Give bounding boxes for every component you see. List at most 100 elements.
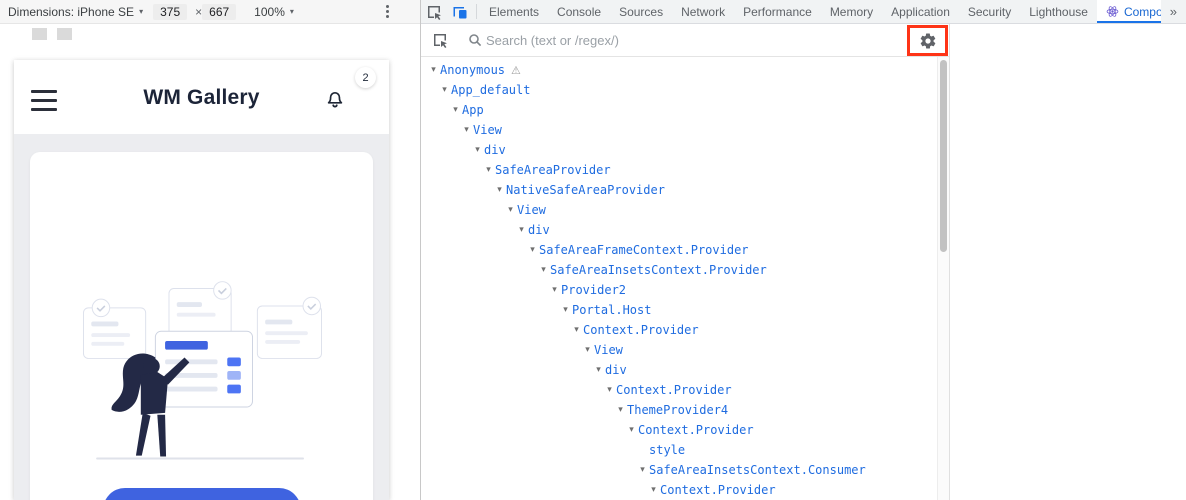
- tree-row[interactable]: ▾ SafeAreaFrameContext.Provider: [421, 240, 937, 260]
- chevron-down-icon[interactable]: ▾: [636, 465, 649, 475]
- tree-row[interactable]: ▾ View: [421, 340, 937, 360]
- chevron-down-icon: ▾: [139, 7, 144, 16]
- primary-action-button[interactable]: [102, 488, 301, 500]
- app-body: [14, 134, 389, 500]
- search-icon: [469, 34, 482, 47]
- tree-row[interactable]: ▾ SafeAreaProvider: [421, 160, 937, 180]
- chevron-down-icon[interactable]: ▾: [548, 285, 561, 295]
- kebab-menu-button[interactable]: [383, 2, 392, 21]
- devtools-tab-console[interactable]: Console: [548, 0, 610, 23]
- tree-row[interactable]: ▾ Context.Provider: [421, 380, 937, 400]
- devtools-tab-memory[interactable]: Memory: [821, 0, 882, 23]
- tree-row[interactable]: ▾ Anonymous ⚠: [421, 60, 937, 80]
- devtools-tab-label: Elements: [489, 4, 540, 19]
- devtools-tab-network[interactable]: Network: [672, 0, 734, 23]
- tree-row[interactable]: ▾ Context.Provider: [421, 420, 937, 440]
- tree-row[interactable]: ▾ div: [421, 220, 937, 240]
- devtools-tab-label: Lighthouse: [1029, 4, 1088, 19]
- component-name: View: [594, 343, 623, 357]
- component-name: Anonymous: [440, 63, 506, 77]
- tree-row[interactable]: ▾ Context.Provider: [421, 320, 937, 340]
- tree-row[interactable]: ▾ SafeAreaInsetsContext.Provider: [421, 260, 937, 280]
- pick-component-button[interactable]: [427, 32, 453, 48]
- chevron-down-icon[interactable]: ▾: [559, 305, 572, 315]
- notifications-button[interactable]: [323, 87, 347, 111]
- device-toolbar-toggle[interactable]: [447, 0, 473, 23]
- component-name: style: [649, 443, 686, 457]
- chevron-down-icon[interactable]: ▾: [427, 65, 440, 75]
- chevron-down-icon[interactable]: ▾: [526, 245, 539, 255]
- chevron-down-icon[interactable]: ▾: [460, 125, 473, 135]
- chevron-down-icon[interactable]: ▾: [449, 105, 462, 115]
- component-name: div: [484, 143, 506, 157]
- tree-row[interactable]: ▾ div: [421, 140, 937, 160]
- width-input[interactable]: 375: [153, 3, 188, 20]
- device-viewport: WM Gallery 2: [14, 60, 389, 500]
- tree-row[interactable]: ▾ Context.Provider: [421, 480, 937, 500]
- tree-row[interactable]: ▾ App_default: [421, 80, 937, 100]
- component-name: SafeAreaProvider: [495, 163, 611, 177]
- tree-row[interactable]: ▾ ThemeProvider4: [421, 400, 937, 420]
- height-input[interactable]: 667: [202, 3, 237, 20]
- devtools-tab-lighthouse[interactable]: Lighthouse: [1020, 0, 1097, 23]
- scrollbar-thumb[interactable]: [940, 60, 947, 252]
- device-type-select[interactable]: Dimensions: iPhone SE ▾: [8, 5, 143, 19]
- inspect-element-button[interactable]: [421, 0, 447, 23]
- tree-row[interactable]: ▾ App: [421, 100, 937, 120]
- chevron-down-icon[interactable]: ▾: [482, 165, 495, 175]
- tree-row[interactable]: ▾ Provider2: [421, 280, 937, 300]
- search-input[interactable]: [486, 32, 883, 48]
- devtools-body: ▾ Anonymous ⚠ ▾ App_default ▾ App ▾ View…: [421, 24, 1186, 500]
- devtools-tab-components[interactable]: Components: [1096, 0, 1161, 23]
- component-name: div: [528, 223, 550, 237]
- component-name: SafeAreaFrameContext.Provider: [539, 243, 749, 257]
- tree-row[interactable]: ▾ View: [421, 200, 937, 220]
- tree-row[interactable]: ▾ SafeAreaInsetsContext.Consumer: [421, 460, 937, 480]
- devtools-tab-strip: Elements Console Sources Network Perform…: [480, 0, 1161, 23]
- tree-row[interactable]: ▾ NativeSafeAreaProvider: [421, 180, 937, 200]
- tree-row[interactable]: ▾ Portal.Host: [421, 300, 937, 320]
- component-name: Portal.Host: [572, 303, 652, 317]
- chevron-down-icon[interactable]: ▾: [625, 425, 638, 435]
- page-area: WM Gallery 2: [0, 24, 420, 500]
- zoom-select[interactable]: 100% ▾: [254, 5, 294, 19]
- component-name: App: [462, 103, 484, 117]
- devtools-panel: Elements Console Sources Network Perform…: [420, 0, 1186, 500]
- devtools-tab-security[interactable]: Security: [959, 0, 1020, 23]
- content-card: [30, 152, 373, 500]
- chevron-down-icon[interactable]: ▾: [592, 365, 605, 375]
- devtools-tab-sources[interactable]: Sources: [610, 0, 672, 23]
- chevron-down-icon[interactable]: ▾: [471, 145, 484, 155]
- devtools-tab-elements[interactable]: Elements: [480, 0, 548, 23]
- component-name: NativeSafeAreaProvider: [506, 183, 665, 197]
- devtools-tab-performance[interactable]: Performance: [734, 0, 821, 23]
- dimensions-separator: ×: [195, 4, 203, 19]
- chevron-down-icon[interactable]: ▾: [647, 485, 660, 495]
- devtools-tab-application[interactable]: Application: [882, 0, 959, 23]
- component-name: SafeAreaInsetsContext.Provider: [550, 263, 767, 277]
- element-picker-icon: [434, 34, 447, 48]
- props-panel: [949, 24, 1186, 500]
- devtools-tab-label: Performance: [743, 4, 812, 19]
- chevron-down-icon[interactable]: ▾: [581, 345, 594, 355]
- chevron-down-icon[interactable]: ▾: [537, 265, 550, 275]
- component-name: div: [605, 363, 627, 377]
- chevron-down-icon[interactable]: ▾: [603, 385, 616, 395]
- chevron-down-icon[interactable]: ▾: [493, 185, 506, 195]
- tree-row[interactable]: ▾ div: [421, 360, 937, 380]
- more-tabs-button[interactable]: »: [1161, 0, 1186, 23]
- chevron-down-icon[interactable]: ▾: [515, 225, 528, 235]
- tree-scrollbar[interactable]: [937, 57, 949, 500]
- react-atom-icon: [1106, 6, 1119, 17]
- warning-icon: ⚠: [511, 63, 521, 77]
- tree-row[interactable]: ▾ View: [421, 120, 937, 140]
- overflow-chevron-icon: »: [1169, 4, 1177, 19]
- chevron-down-icon[interactable]: ▾: [438, 85, 451, 95]
- settings-button[interactable]: [919, 32, 937, 50]
- gallery-illustration: [82, 281, 322, 460]
- chevron-down-icon[interactable]: ▾: [570, 325, 583, 335]
- devtools-tab-label: Security: [967, 4, 1012, 19]
- chevron-down-icon[interactable]: ▾: [504, 205, 517, 215]
- chevron-down-icon[interactable]: ▾: [614, 405, 627, 415]
- tree-row[interactable]: ▾ style: [421, 440, 937, 460]
